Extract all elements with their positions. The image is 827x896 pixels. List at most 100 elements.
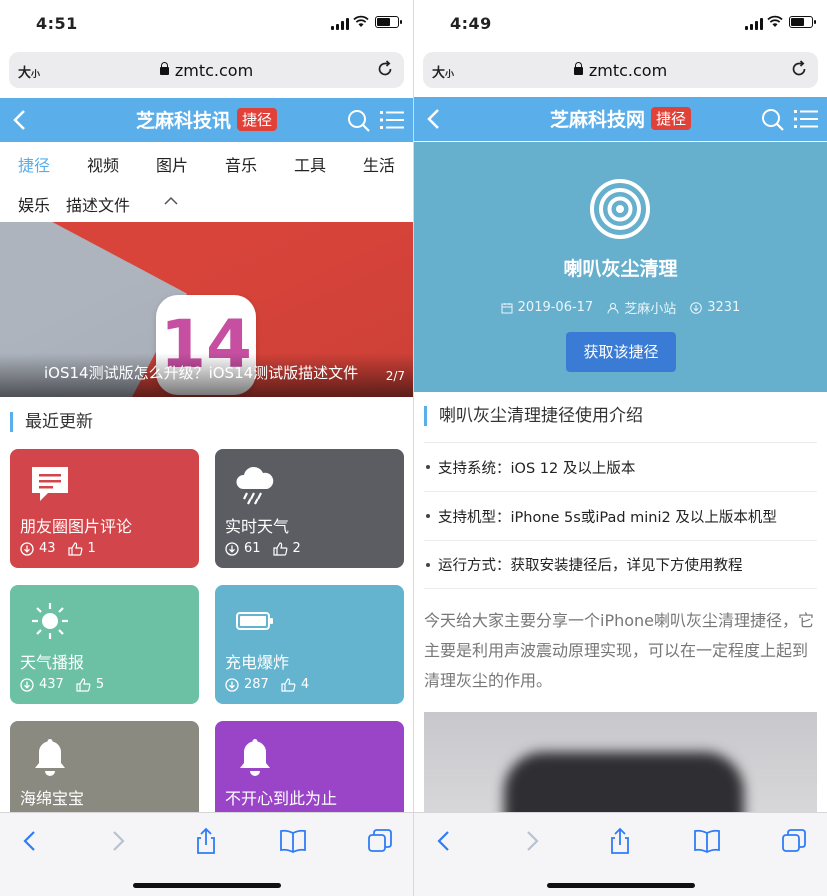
shortcut-hero: 喇叭灰尘清理 2019-06-17 芝麻小站 3231 获取该捷径: [414, 142, 827, 392]
like-count: 1: [87, 541, 96, 556]
download-icon: [20, 677, 34, 692]
shortcut-card[interactable]: 朋友圈图片评论 43 1: [10, 449, 199, 568]
shortcut-meta: 2019-06-17 芝麻小站 3231: [414, 298, 827, 317]
tabs-icon[interactable]: [780, 827, 808, 855]
sun-icon: [32, 603, 68, 639]
author[interactable]: 芝麻小站: [624, 298, 676, 317]
shortcut-name: 天气播报: [20, 653, 85, 672]
download-count: 61: [244, 541, 261, 556]
cellular-signal-icon: [331, 18, 349, 30]
category-entertainment[interactable]: 娱乐: [18, 192, 50, 216]
back-icon[interactable]: [16, 827, 44, 855]
bookmarks-icon[interactable]: [279, 827, 307, 855]
user-icon: [607, 302, 619, 314]
site-header: 芝麻科技网 捷径: [414, 97, 827, 141]
tabs-icon[interactable]: [366, 827, 394, 855]
shortcut-card[interactable]: 天气播报 437 5: [10, 585, 199, 704]
menu-icon[interactable]: [794, 109, 818, 129]
share-icon[interactable]: [606, 827, 634, 855]
download-icon: [20, 541, 34, 556]
section-badge: 捷径: [651, 107, 692, 130]
download-count: 287: [244, 677, 269, 692]
shortcut-card[interactable]: 充电爆炸 287 4: [215, 585, 404, 704]
get-shortcut-button[interactable]: 获取该捷径: [566, 332, 676, 372]
wifi-icon: [353, 15, 369, 27]
banner-caption[interactable]: iOS14测试版怎么升级？iOS14测试版描述文件: [44, 362, 358, 383]
section-badge: 捷径: [237, 108, 278, 131]
safari-toolbar: [414, 812, 827, 896]
address-bar[interactable]: 大小 zmtc.com: [423, 52, 818, 88]
download-count: 3231: [707, 300, 741, 315]
chevron-up-icon[interactable]: [164, 196, 178, 206]
banner-page-indicator: 2/7: [385, 369, 405, 383]
address-bar[interactable]: 大小 zmtc.com: [9, 52, 404, 88]
menu-icon[interactable]: [380, 110, 404, 130]
home-indicator[interactable]: [546, 883, 695, 888]
category-music[interactable]: 音乐: [225, 152, 257, 176]
search-icon[interactable]: [761, 108, 785, 132]
url-field[interactable]: zmtc.com: [423, 61, 818, 80]
like-count: 5: [95, 677, 105, 692]
battery-icon: [789, 16, 816, 28]
battery-icon: [236, 612, 273, 630]
cellular-signal-icon: [745, 18, 763, 30]
forward-icon[interactable]: [518, 827, 546, 855]
thumbs-up-icon: [67, 541, 82, 556]
spec-list: 支持系统：iOS 12 及以上版本 支持机型：iPhone 5s或iPad mi…: [424, 442, 817, 589]
thumbs-up-icon: [281, 677, 296, 692]
battery-icon: [375, 16, 402, 28]
like-count: 2: [292, 541, 301, 556]
spec-item: 运行方式：获取安装捷径后，详见下方使用教程: [424, 540, 817, 589]
shortcut-name: 海绵宝宝: [20, 789, 85, 808]
bell-icon: [35, 739, 65, 776]
comment-icon: [32, 467, 68, 501]
shortcut-name: 朋友圈图片评论: [20, 517, 133, 536]
bookmarks-icon[interactable]: [693, 827, 721, 855]
shortcut-name: 充电爆炸: [225, 653, 290, 672]
wifi-icon: [767, 15, 783, 27]
category-profiles[interactable]: 描述文件: [66, 192, 130, 216]
home-indicator[interactable]: [132, 883, 281, 888]
bell-icon: [240, 739, 270, 776]
section-title: 最近更新: [10, 412, 93, 432]
url-field[interactable]: zmtc.com: [9, 61, 404, 80]
site-header: 芝麻科技讯 捷径: [0, 98, 413, 142]
forward-icon[interactable]: [104, 827, 132, 855]
featured-banner[interactable]: 14 iOS14测试版怎么升级？iOS14测试版描述文件 2/7: [0, 222, 413, 397]
shortcut-card[interactable]: 实时天气 61 2: [215, 449, 404, 568]
calendar-icon: [501, 302, 513, 313]
status-time: 4:51: [36, 14, 78, 33]
shortcut-grid: 朋友圈图片评论 43 1 实时天气 61 2 天气播报 437 5 充电爆炸 287 4…: [10, 449, 404, 840]
download-icon: [690, 301, 703, 314]
download-count: 43: [39, 541, 56, 556]
category-tools[interactable]: 工具: [294, 152, 326, 176]
spec-item: 支持机型：iPhone 5s或iPad mini2 及以上版本机型: [424, 491, 817, 540]
download-icon: [225, 677, 239, 692]
phone-screen-left: 4:51 大小 zmtc.com 芝麻科技讯 捷径 捷径 视频 图片 音乐 工具 …: [0, 0, 413, 896]
site-title[interactable]: 芝麻科技网: [550, 109, 645, 131]
intro-title: 喇叭灰尘清理捷径使用介绍: [424, 406, 643, 426]
category-video[interactable]: 视频: [87, 152, 119, 176]
lock-icon: [573, 62, 583, 75]
site-title[interactable]: 芝麻科技讯: [136, 110, 231, 132]
category-shortcuts[interactable]: 捷径: [18, 152, 50, 176]
category-images[interactable]: 图片: [156, 152, 188, 176]
cloud-rain-icon: [236, 466, 274, 505]
download-count: 437: [39, 677, 64, 692]
download-icon: [225, 541, 239, 556]
publish-date: 2019-06-17: [517, 300, 594, 315]
status-bar: 4:51: [0, 0, 413, 48]
shortcut-title: 喇叭灰尘清理: [563, 258, 678, 280]
status-time: 4:49: [450, 14, 492, 33]
spec-item: 支持系统：iOS 12 及以上版本: [424, 442, 817, 491]
article-image: [424, 712, 817, 812]
back-icon[interactable]: [430, 827, 458, 855]
search-icon[interactable]: [347, 109, 371, 133]
reload-icon[interactable]: [790, 60, 808, 78]
thumbs-up-icon: [272, 541, 287, 556]
shortcut-name: 实时天气: [225, 517, 290, 536]
category-nav: 捷径 视频 图片 音乐 工具 生活 娱乐 描述文件: [0, 142, 413, 222]
category-life[interactable]: 生活: [363, 152, 395, 176]
share-icon[interactable]: [192, 827, 220, 855]
reload-icon[interactable]: [376, 60, 394, 78]
